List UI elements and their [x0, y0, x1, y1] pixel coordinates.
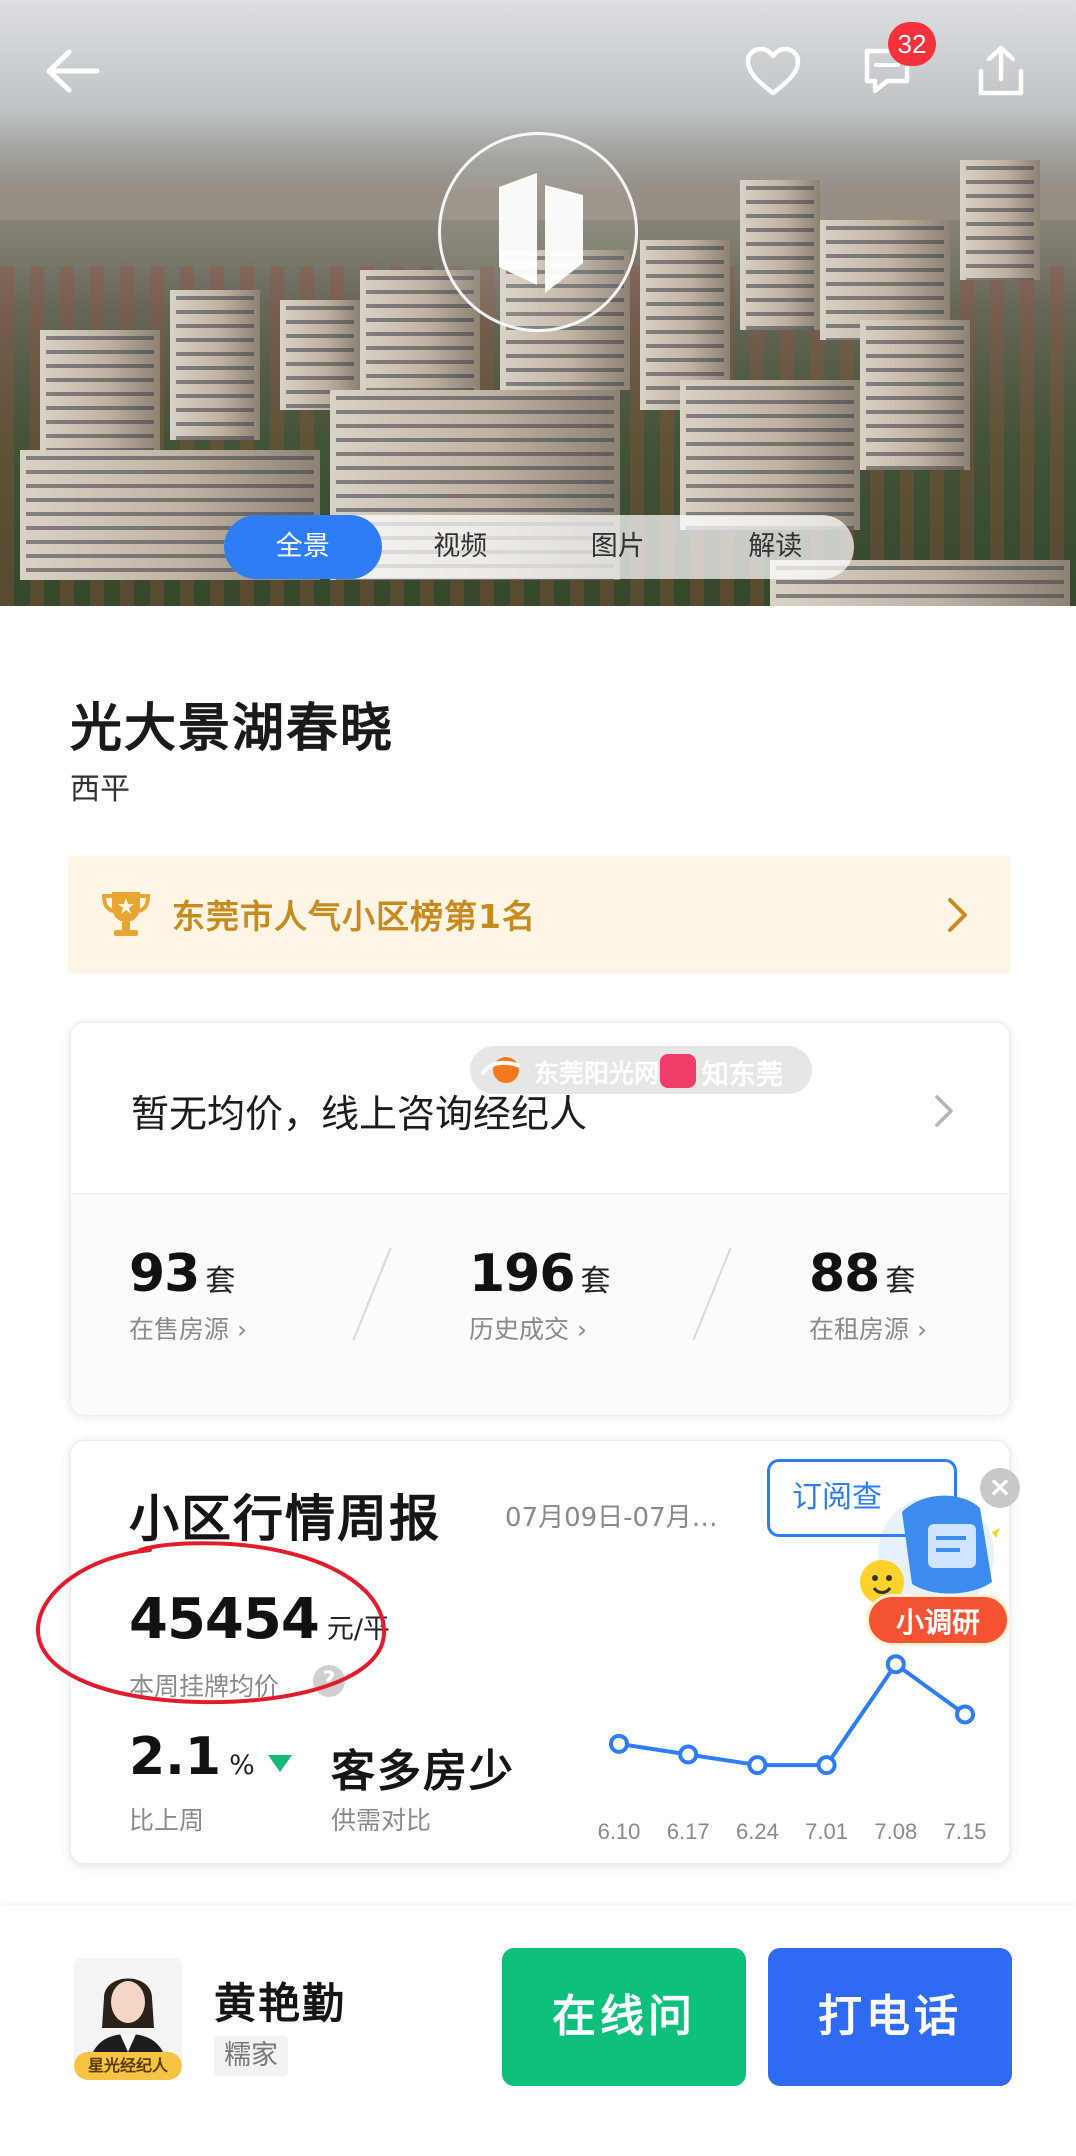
- chevron-right-icon: [935, 1095, 953, 1127]
- arrow-left-icon: [46, 49, 100, 93]
- down-triangle-icon: [267, 1755, 292, 1772]
- agent-name: 黄艳勤: [214, 1979, 347, 2028]
- ranking-text: 东莞市人气小区榜第1名: [172, 897, 536, 936]
- x-tick-label: 6.24: [736, 1819, 779, 1844]
- change-label: 比上周: [129, 1806, 205, 1835]
- trend-point: [816, 1755, 837, 1776]
- divider: [352, 1247, 392, 1341]
- stat-unit: 套: [205, 1264, 236, 1299]
- trend-line: [618, 1662, 967, 1768]
- trend-point: [747, 1755, 768, 1776]
- sun-logo-icon: [480, 1057, 521, 1083]
- back-button[interactable]: [38, 36, 108, 106]
- supply-demand-value: 客多房少: [331, 1746, 515, 1797]
- watermark: 东莞阳光网 知东莞: [470, 1046, 812, 1094]
- stat-for-sale[interactable]: 93 套 在售房源 ›: [129, 1244, 247, 1346]
- message-count-badge: 32: [888, 22, 936, 66]
- share-button[interactable]: [966, 36, 1036, 106]
- tab-analysis[interactable]: 解读: [697, 515, 855, 579]
- eye-logo-icon: [660, 1054, 696, 1088]
- supply-demand-label: 供需对比: [331, 1806, 432, 1835]
- community-name: 光大景湖春晓: [70, 699, 395, 759]
- share-icon: [978, 45, 1024, 96]
- weekly-date-range: 07月09日-07月…: [505, 1503, 718, 1533]
- watermark-right-text: 知东莞: [702, 1060, 783, 1091]
- trend-point: [955, 1704, 975, 1725]
- panorama-play-button[interactable]: [438, 132, 638, 332]
- online-consult-button[interactable]: 在线问: [502, 1948, 746, 2086]
- change-unit: %: [229, 1750, 255, 1781]
- heart-icon: [745, 46, 801, 96]
- hero-building: [860, 320, 970, 470]
- trend-point: [678, 1744, 699, 1765]
- stat-unit: 套: [885, 1264, 916, 1299]
- ranking-banner[interactable]: 东莞市人气小区榜第1名: [68, 856, 1010, 974]
- tab-photos[interactable]: 图片: [539, 515, 697, 579]
- hero-building: [680, 380, 860, 530]
- media-tabs: 全景 视频 图片 解读: [224, 515, 854, 579]
- x-tick-label: 7.15: [944, 1819, 987, 1844]
- survey-close-button[interactable]: ×: [980, 1468, 1020, 1508]
- divider: [692, 1247, 732, 1341]
- red-annotation-circle: [35, 1541, 387, 1705]
- listing-stats: 93 套 在售房源 › 196 套 历史成交 › 88 套 在租房源 ›: [71, 1193, 1009, 1415]
- main-content: 光大景湖春晓 西平 东莞市人气小区榜第1名 暂无均价，线上咨询经纪人 93 套 在…: [0, 606, 1076, 1906]
- weekly-change: 2.1%: [129, 1727, 294, 1787]
- x-tick-label: 6.10: [598, 1819, 641, 1844]
- hero-building: [40, 330, 160, 450]
- call-button[interactable]: 打电话: [768, 1948, 1012, 2086]
- favorite-button[interactable]: [738, 36, 808, 106]
- stat-for-rent[interactable]: 88 套 在租房源 ›: [809, 1244, 927, 1346]
- x-tick-label: 7.08: [874, 1819, 917, 1844]
- change-value: 2.1: [129, 1727, 222, 1787]
- x-tick-label: 7.01: [805, 1819, 848, 1844]
- chevron-right-icon: [948, 898, 967, 932]
- star-agent-tag: 星光经纪人: [74, 2052, 182, 2080]
- stat-sold-history[interactable]: 196 套 历史成交 ›: [469, 1244, 611, 1346]
- hero-building: [170, 290, 260, 440]
- stat-value: 196: [469, 1244, 576, 1304]
- price-trend-chart[interactable]: 6.10 6.17 6.24 7.01 7.08 7.15: [591, 1631, 1011, 1861]
- trophy-icon: [101, 892, 151, 936]
- hero-panorama[interactable]: 32 全景 视频 图片 解读: [0, 0, 1076, 606]
- watermark-left-text: 东莞阳光网: [534, 1059, 660, 1088]
- bottom-action-bar: 星光经纪人 黄艳勤 糯家 在线问 打电话: [0, 1906, 1076, 2156]
- stat-label: 在售房源 ›: [129, 1315, 247, 1344]
- survey-label[interactable]: 小调研: [866, 1594, 1010, 1646]
- hero-building: [740, 180, 820, 330]
- stat-label: 历史成交 ›: [469, 1315, 587, 1344]
- tab-video[interactable]: 视频: [382, 515, 540, 579]
- tab-panorama[interactable]: 全景: [224, 515, 382, 579]
- community-district: 西平: [70, 772, 130, 807]
- stat-unit: 套: [580, 1264, 611, 1299]
- agent-company: 糯家: [214, 2036, 288, 2076]
- stat-label: 在租房源 ›: [809, 1315, 927, 1344]
- panorama-icon: [499, 173, 583, 293]
- stat-value: 88: [809, 1244, 880, 1304]
- x-tick-label: 6.17: [667, 1819, 710, 1844]
- hero-building: [960, 160, 1040, 280]
- stat-value: 93: [129, 1244, 200, 1304]
- trend-point: [609, 1733, 629, 1754]
